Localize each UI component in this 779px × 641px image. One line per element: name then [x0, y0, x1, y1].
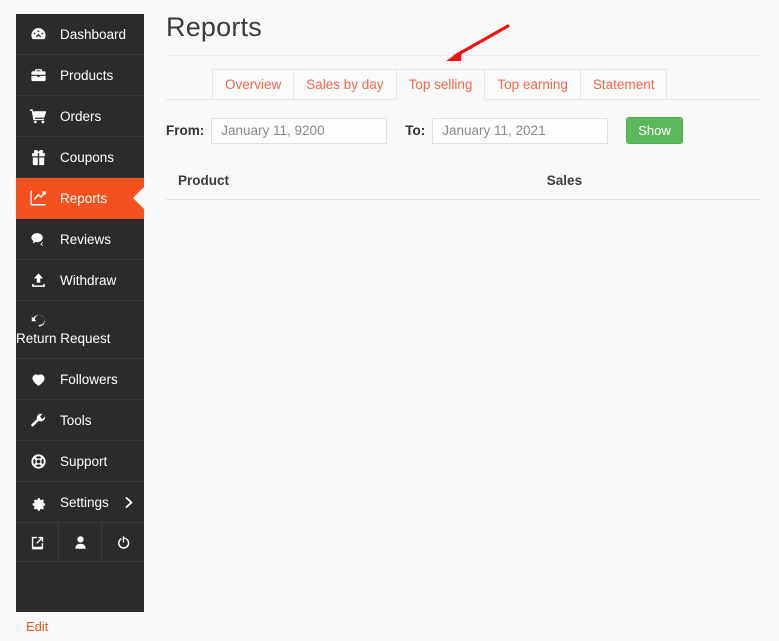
lifebuoy-icon: [16, 453, 60, 470]
sidebar-bottom-strip: [16, 523, 144, 562]
edit-link[interactable]: Edit: [26, 619, 144, 634]
comments-icon: [16, 231, 60, 248]
sidebar-item-reports[interactable]: Reports: [16, 178, 144, 219]
sidebar-item-label: Products: [60, 67, 114, 83]
sidebar-nav: Dashboard Products Orders Coupons Report: [16, 14, 144, 612]
table-head: Product Sales: [166, 173, 760, 200]
chart-line-icon: [16, 189, 60, 207]
sidebar-item-label: Settings: [60, 494, 109, 510]
from-label: From:: [166, 123, 205, 138]
sidebar-filler: [16, 562, 144, 612]
main-content: Reports Overview Sales by day Top sellin…: [166, 0, 762, 200]
to-date-input[interactable]: [432, 117, 609, 144]
sidebar-item-label: Orders: [60, 108, 102, 124]
report-tabs: Overview Sales by day Top selling Top ea…: [166, 69, 760, 100]
sidebar-item-withdraw[interactable]: Withdraw: [16, 260, 144, 301]
upload-icon: [16, 272, 60, 289]
page-title: Reports: [166, 12, 262, 42]
sidebar-item-label: Followers: [60, 371, 118, 387]
tab-statement[interactable]: Statement: [579, 69, 668, 100]
tab-top-earning[interactable]: Top earning: [484, 69, 581, 100]
sidebar-item-label: Tools: [60, 412, 92, 428]
gear-icon: [16, 494, 60, 511]
sidebar-item-reviews[interactable]: Reviews: [16, 219, 144, 260]
sidebar-item-label: Reviews: [60, 231, 112, 247]
top-selling-table: Product Sales: [166, 173, 760, 200]
external-link-icon[interactable]: [16, 523, 59, 561]
tab-overview[interactable]: Overview: [212, 69, 295, 100]
cart-icon: [16, 108, 60, 125]
sidebar-item-label: Dashboard: [60, 26, 127, 42]
wrench-icon: [16, 412, 60, 429]
sidebar-item-coupons[interactable]: Coupons: [16, 137, 144, 178]
to-label: To:: [405, 123, 426, 138]
gift-icon: [16, 149, 60, 166]
chevron-right-icon: [125, 496, 144, 508]
sidebar-item-label: Return Request: [16, 330, 111, 346]
briefcase-icon: [16, 67, 60, 84]
sidebar-item-label: Coupons: [60, 149, 115, 165]
undo-icon: [16, 312, 60, 329]
title-divider: [166, 55, 760, 56]
date-filter-form: From: To: Show: [166, 117, 762, 144]
tab-top-selling[interactable]: Top selling: [395, 69, 486, 100]
sidebar-item-label: Support: [60, 453, 108, 469]
sidebar-item-orders[interactable]: Orders: [16, 96, 144, 137]
sidebar-item-tools[interactable]: Tools: [16, 400, 144, 441]
sidebar: Dashboard Products Orders Coupons Report: [16, 14, 144, 634]
power-icon[interactable]: [102, 523, 144, 561]
heart-icon: [16, 371, 60, 388]
column-header-product: Product: [166, 173, 547, 200]
sidebar-item-label: Reports: [60, 190, 108, 206]
sidebar-item-followers[interactable]: Followers: [16, 359, 144, 400]
user-icon[interactable]: [59, 523, 102, 561]
from-date-input[interactable]: [211, 117, 388, 144]
sidebar-item-products[interactable]: Products: [16, 55, 144, 96]
sidebar-item-label: Withdraw: [60, 272, 117, 288]
tab-sales-by-day[interactable]: Sales by day: [293, 69, 397, 100]
column-header-sales: Sales: [546, 173, 760, 200]
sidebar-item-settings[interactable]: Settings: [16, 482, 144, 523]
dashboard-icon: [16, 26, 60, 43]
sidebar-item-support[interactable]: Support: [16, 441, 144, 482]
show-button[interactable]: Show: [626, 117, 683, 144]
sidebar-item-return-request[interactable]: Return Request: [16, 301, 144, 359]
table-header-row: Product Sales: [166, 173, 760, 200]
sidebar-item-dashboard[interactable]: Dashboard: [16, 14, 144, 55]
